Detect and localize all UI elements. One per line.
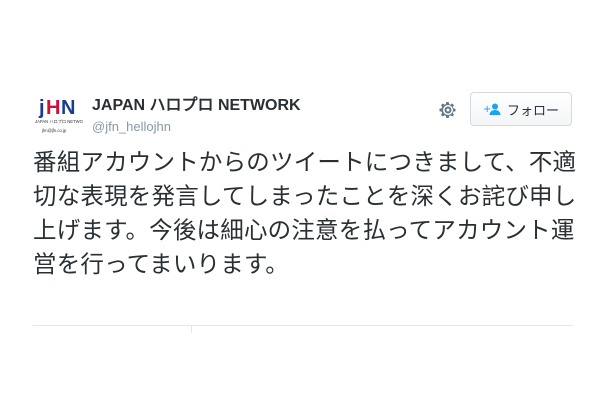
svg-text:N: N [61, 97, 75, 119]
svg-text:JAPAN ハロプロ NETWORK: JAPAN ハロプロ NETWORK [35, 119, 83, 125]
svg-text:H: H [46, 97, 60, 119]
avatar[interactable]: j H N JAPAN ハロプロ NETWORK jhn@jfn.co.jp [33, 90, 83, 140]
add-user-icon: + [483, 103, 501, 115]
follow-button[interactable]: + フォロー [470, 92, 572, 126]
gear-icon[interactable] [438, 100, 458, 120]
tweet-card: j H N JAPAN ハロプロ NETWORK jhn@jfn.co.jp J… [0, 0, 610, 400]
display-name[interactable]: JAPAN ハロプロ NETWORK [92, 96, 301, 116]
svg-text:jhn@jfn.co.jp: jhn@jfn.co.jp [41, 128, 67, 133]
account-name-block: JAPAN ハロプロ NETWORK @jfn_hellojhn [92, 96, 301, 136]
follow-label: フォロー [506, 103, 559, 119]
divider [33, 325, 573, 326]
jhn-logo-icon: j H N JAPAN ハロプロ NETWORK jhn@jfn.co.jp [35, 97, 83, 133]
screen-name[interactable]: @jfn_hellojhn [92, 118, 301, 136]
divider-tick [191, 325, 192, 333]
svg-text:j: j [38, 97, 45, 119]
tweet-text: 番組アカウントからのツイートにつきまして、不適切な表現を発言してしまったことを深… [33, 148, 577, 278]
